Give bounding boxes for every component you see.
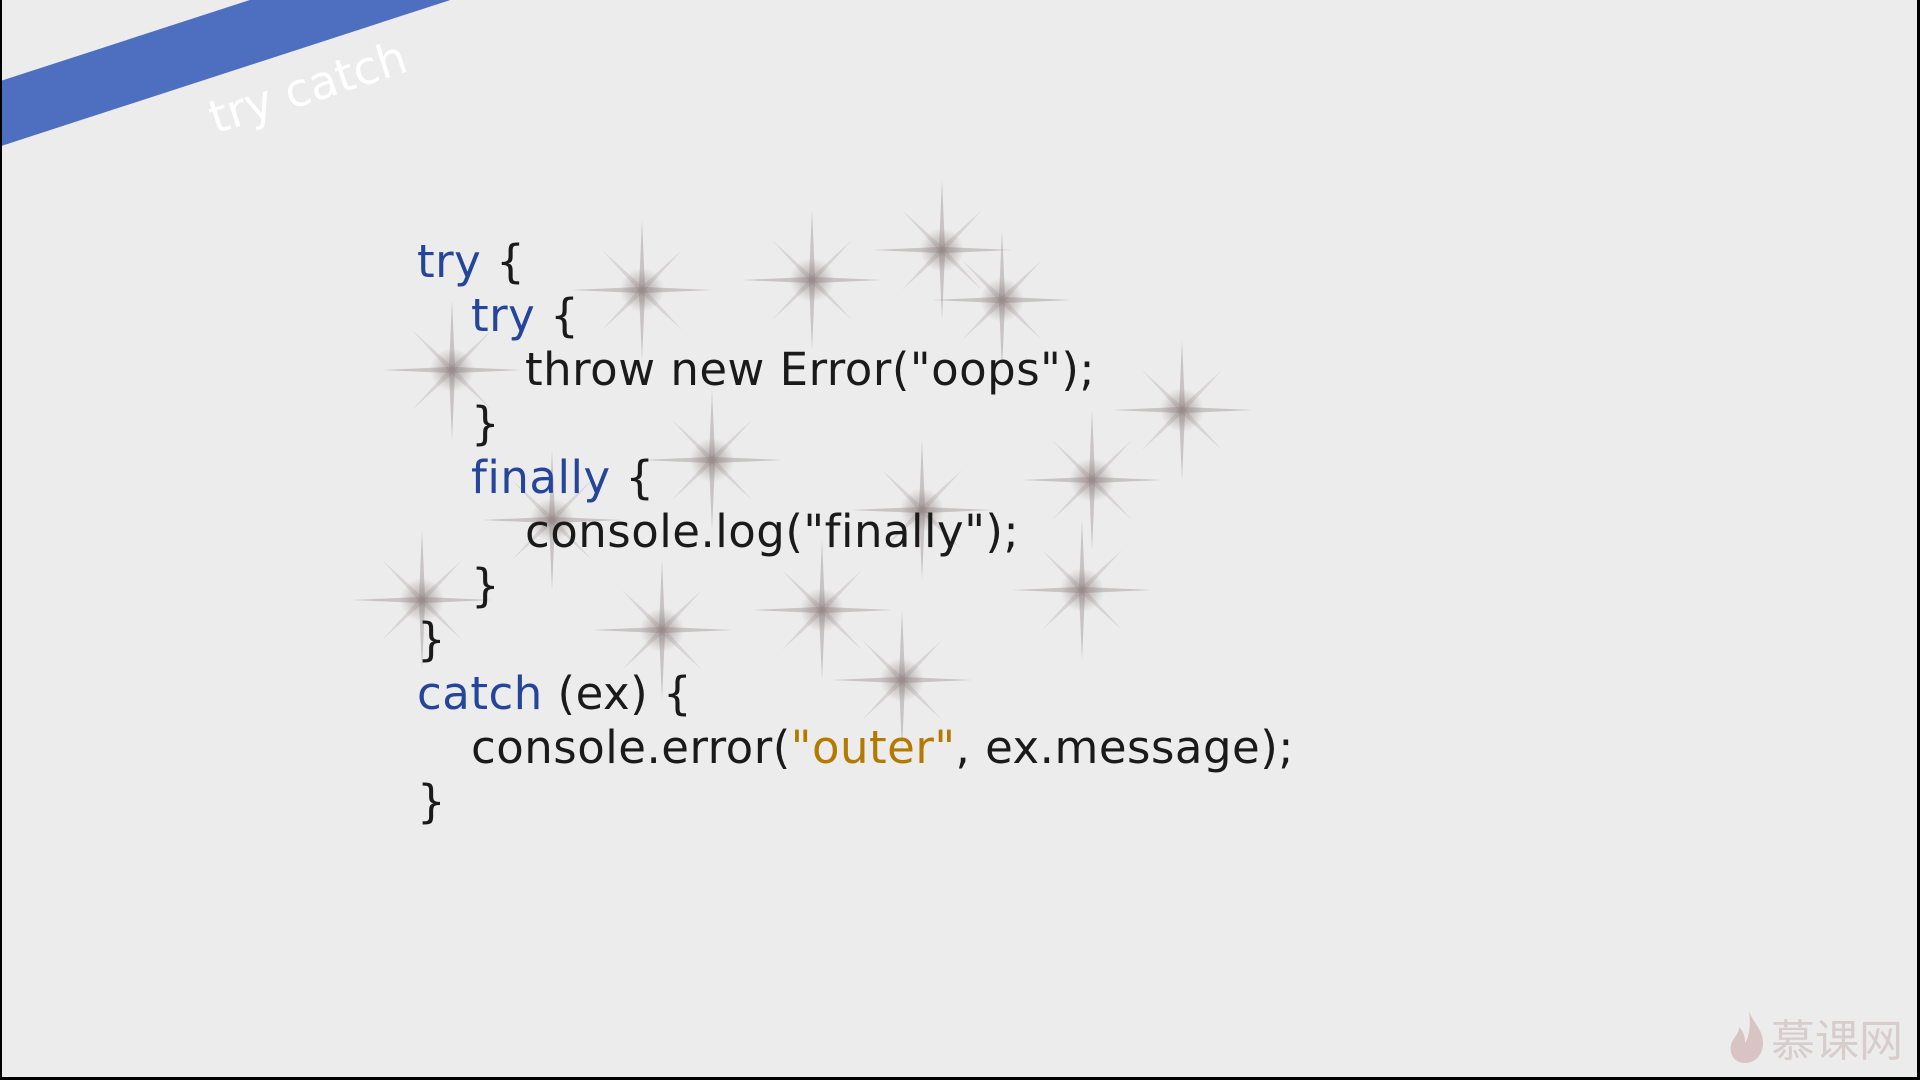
string-literal: "outer" [790, 721, 956, 774]
code-line: } [417, 613, 1294, 667]
code-text: , ex.message); [955, 721, 1294, 774]
code-text: { [610, 451, 655, 504]
slide: try catch try {try {throw new Error("o… [2, 0, 1917, 1077]
code-text: throw new Error("oops"); [525, 343, 1096, 396]
keyword-finally: finally [471, 451, 611, 504]
keyword-try: try [471, 289, 536, 342]
code-text: (ex) { [542, 667, 693, 720]
code-line: } [417, 559, 1294, 613]
code-line: } [417, 775, 1294, 829]
watermark: 慕课网 [1727, 1005, 1903, 1069]
keyword-catch: catch [417, 667, 543, 720]
code-line: finally { [417, 451, 1294, 505]
code-block: try { try { throw new Error("oops"); } f… [417, 235, 1294, 829]
code-line: catch (ex) { [417, 667, 1294, 721]
code-text: { [535, 289, 580, 342]
code-line: console.error("outer", ex.message); [417, 721, 1294, 775]
code-line: console.log("finally"); [417, 505, 1294, 559]
code-text: } [471, 397, 501, 450]
flame-icon [1730, 1011, 1763, 1063]
code-line: try { [417, 235, 1294, 289]
code-text: } [417, 613, 447, 666]
watermark-text: 慕课网 [1771, 1016, 1903, 1067]
code-line: } [417, 397, 1294, 451]
title-banner [2, 0, 875, 159]
keyword-try: try [417, 235, 482, 288]
code-text: console.error( [471, 721, 791, 774]
code-text: } [471, 559, 501, 612]
code-text: console.log("finally"); [525, 505, 1020, 558]
code-line: throw new Error("oops"); [417, 343, 1294, 397]
code-text: { [481, 235, 526, 288]
code-text: } [417, 775, 447, 828]
code-line: try { [417, 289, 1294, 343]
